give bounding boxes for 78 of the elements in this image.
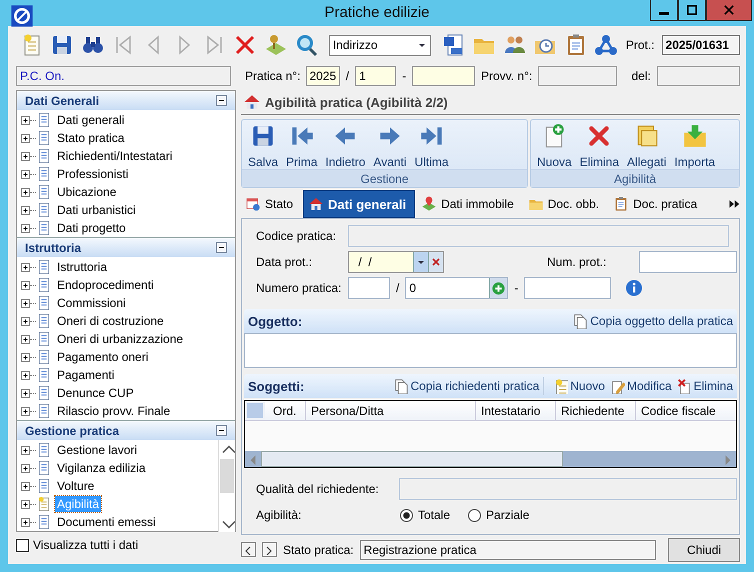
field-label: Agibilità: xyxy=(256,508,302,522)
sidebar-item[interactable]: Denunce CUP xyxy=(55,385,136,401)
sidebar-item[interactable]: Endoprocedimenti xyxy=(55,277,156,293)
stato-label: Stato pratica: xyxy=(282,542,354,557)
toolbar-button[interactable]: Elimina xyxy=(676,378,733,394)
del-label: del: xyxy=(631,69,651,83)
close-button[interactable]: Chiudi xyxy=(668,538,740,562)
sidebar-item[interactable]: Oneri di urbanizzazione xyxy=(55,331,186,347)
sidebar-item[interactable]: Volture xyxy=(55,478,96,494)
ribbon-button[interactable]: Avanti xyxy=(371,121,409,170)
sidebar-item[interactable]: Gestione lavori xyxy=(55,442,140,458)
window-title: Pratiche edilizie xyxy=(324,4,430,21)
number-field[interactable]: 0 xyxy=(405,277,508,300)
group-label: Agibilità xyxy=(531,169,739,188)
radio-label: Parziale xyxy=(486,508,530,522)
separator: / xyxy=(346,69,350,83)
sidebar-item[interactable]: Ubicazione xyxy=(55,184,118,200)
field-label: Qualità del richiedente: xyxy=(256,482,380,496)
panel-title: Agibilità pratica (Agibilità 2/2) xyxy=(265,94,448,110)
sidebar-item[interactable]: Documenti emessi xyxy=(55,514,158,530)
stato-field: Registrazione pratica xyxy=(360,540,656,560)
section-title: Oggetto: xyxy=(248,314,302,329)
column-header[interactable]: Persona/Ditta xyxy=(306,401,476,420)
separator: - xyxy=(513,281,520,296)
section-title: Soggetti: xyxy=(248,378,304,394)
date-field[interactable]: / / xyxy=(348,251,444,274)
column-header[interactable]: Codice fiscale xyxy=(636,401,736,420)
sidebar-item[interactable]: Commissioni xyxy=(55,295,128,311)
ribbon-button[interactable]: Allegati xyxy=(625,121,668,170)
copy-button[interactable]: Copia oggetto della pratica xyxy=(572,313,733,330)
prot-label: Prot.: xyxy=(626,38,655,52)
provv-label: Provv. n°: xyxy=(480,69,532,83)
sidebar-item[interactable]: Pagamento oneri xyxy=(55,349,150,365)
field-label: Data prot.: xyxy=(256,255,314,270)
separator: - xyxy=(402,69,406,83)
separator: / xyxy=(395,281,400,296)
pratica-label: Pratica n°: xyxy=(244,69,300,83)
sidebar-item[interactable]: Richiedenti/Intestatari xyxy=(55,148,174,164)
ribbon-button[interactable]: Indietro xyxy=(323,121,368,170)
sidebar-item[interactable]: Pagamenti xyxy=(55,367,116,383)
ribbon-button[interactable]: Importa xyxy=(672,121,718,170)
group-header[interactable]: Istruttoria xyxy=(25,240,82,254)
tab[interactable]: Doc. pratica xyxy=(609,190,706,218)
group-label: Gestione xyxy=(242,169,527,188)
radio-label: Totale xyxy=(418,508,450,522)
ribbon-button[interactable]: Elimina xyxy=(578,121,622,170)
field-label: Codice pratica: xyxy=(256,229,338,244)
sidebar-item[interactable]: Istruttoria xyxy=(55,259,110,275)
sidebar-item[interactable]: Rilascio provv. Finale xyxy=(55,403,172,419)
ribbon-button[interactable]: Prima xyxy=(284,121,320,170)
ribbon-button[interactable]: Ultima xyxy=(412,121,451,170)
tab[interactable]: Dati generali xyxy=(303,190,416,218)
sidebar-item[interactable]: Dati progetto xyxy=(55,220,128,236)
tab[interactable]: Dati immobile xyxy=(417,190,522,218)
column-header[interactable]: Intestatario xyxy=(476,401,556,420)
column-header[interactable]: Ord. xyxy=(265,401,306,420)
year-field[interactable]: 2025 xyxy=(306,66,340,86)
ribbon-button[interactable]: Nuova xyxy=(535,121,574,170)
toolbar-button[interactable]: Copia richiedenti pratica xyxy=(392,378,540,394)
sidebar-item[interactable]: Oneri di costruzione xyxy=(55,313,166,329)
field-label: Numero pratica: xyxy=(256,281,342,296)
prot-field[interactable]: 2025/01631 xyxy=(662,35,740,55)
sidebar-item[interactable]: Vigilanza edilizia xyxy=(55,460,148,476)
sidebar-item[interactable]: Stato pratica xyxy=(55,130,126,146)
number-field[interactable]: 1 xyxy=(355,66,396,86)
tab[interactable]: Doc. obb. xyxy=(524,190,608,218)
sidebar-item[interactable]: Dati generali xyxy=(55,112,126,128)
column-header[interactable]: Richiedente xyxy=(556,401,636,420)
toolbar-button[interactable]: Nuovo xyxy=(552,378,605,394)
field-label: Num. prot.: xyxy=(547,255,608,270)
checkbox-label: Visualizza tutti i dati xyxy=(33,538,138,552)
search-combo[interactable]: Indirizzo xyxy=(328,34,431,56)
sidebar-item[interactable]: Dati urbanistici xyxy=(55,202,138,218)
office-field[interactable]: P.C. On. xyxy=(16,66,231,86)
ribbon-button[interactable]: Salva xyxy=(246,121,280,170)
tab[interactable]: Stato xyxy=(241,190,302,218)
toolbar-button[interactable]: Modifica xyxy=(608,378,672,394)
sidebar-item[interactable]: Professionisti xyxy=(55,166,130,182)
